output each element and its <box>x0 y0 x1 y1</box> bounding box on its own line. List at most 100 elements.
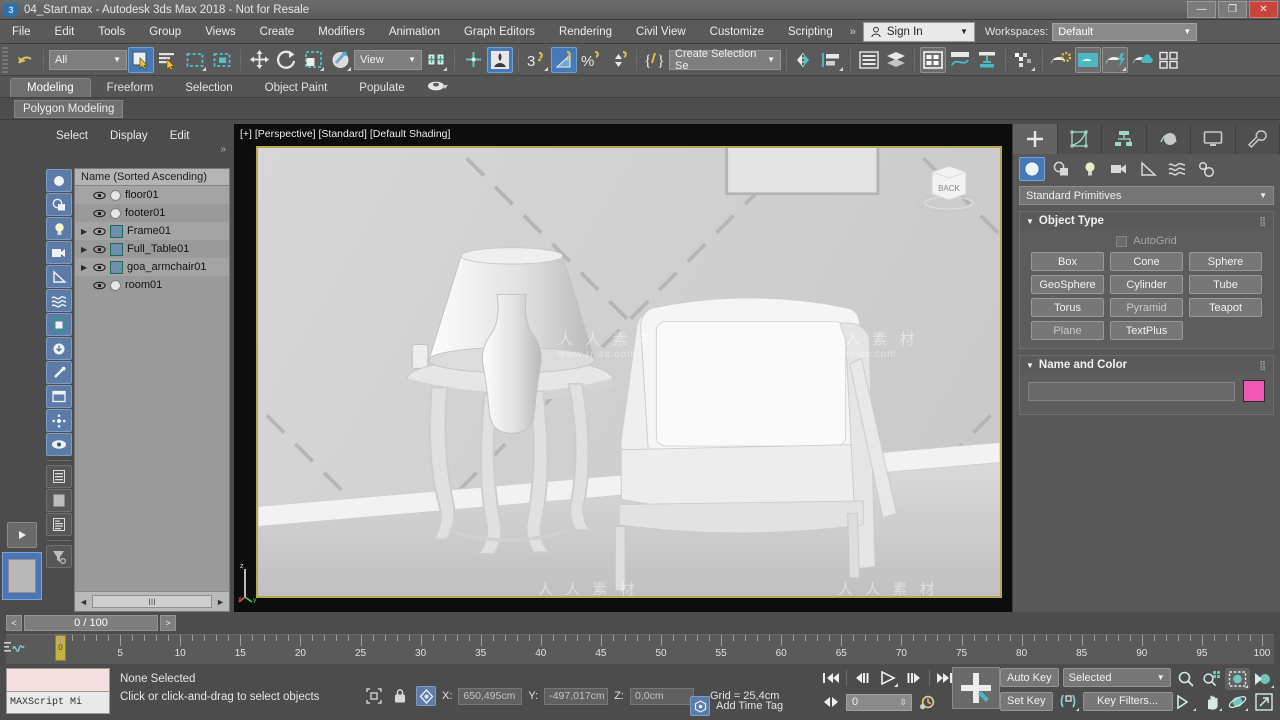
add-time-tag-row[interactable]: Add Time Tag <box>690 696 783 716</box>
torus-button[interactable]: Torus <box>1031 298 1104 317</box>
list-item[interactable]: room01 <box>75 276 229 294</box>
expand-arrow-icon[interactable]: ▶ <box>81 263 89 272</box>
xref-filter-icon[interactable] <box>46 337 72 360</box>
object-name-input[interactable] <box>1028 381 1235 401</box>
cylinder-button[interactable]: Cylinder <box>1110 275 1183 294</box>
percent-snap-toggle-icon[interactable]: % <box>578 47 604 73</box>
go-to-start-icon[interactable] <box>820 668 842 688</box>
ribbon-tab-selection[interactable]: Selection <box>169 79 248 97</box>
frame-number-input[interactable]: 0 ⇳ <box>846 693 912 711</box>
rollout-grip-icon[interactable]: ⣿ <box>1259 216 1267 227</box>
menu-scripting[interactable]: Scripting <box>776 23 845 41</box>
menu-file[interactable]: File <box>0 23 43 41</box>
list-item[interactable]: ▶ Frame01 <box>75 222 229 240</box>
visibility-eye-icon[interactable] <box>46 433 72 456</box>
eye-icon[interactable] <box>93 226 106 237</box>
list-item[interactable]: footer01 <box>75 204 229 222</box>
timeline-ruler[interactable]: 0 5 10 15 20 25 30 35 40 45 50 55 60 65 70 75 80 85 90 95 1… <box>4 634 1274 664</box>
curve-editor-icon[interactable] <box>947 47 973 73</box>
viewcube[interactable]: BACK <box>912 158 986 219</box>
auto-key-button[interactable]: Auto Key <box>1000 668 1059 687</box>
render-production-icon[interactable] <box>1102 46 1128 73</box>
menu-graph-editors[interactable]: Graph Editors <box>452 23 547 41</box>
eye-icon[interactable] <box>93 244 106 255</box>
autogrid-row[interactable]: AutoGrid <box>1028 235 1265 247</box>
container-filter-icon[interactable] <box>46 385 72 408</box>
track-bar-icon[interactable] <box>4 639 26 658</box>
list-item[interactable]: ▶ Full_Table01 <box>75 240 229 258</box>
menu-tools[interactable]: Tools <box>86 23 137 41</box>
motion-tab[interactable] <box>1147 124 1191 154</box>
window-crossing-toggle-icon[interactable] <box>209 47 235 73</box>
eye-icon[interactable] <box>93 208 106 219</box>
eye-icon[interactable] <box>93 280 106 291</box>
expand-arrow-icon[interactable]: ▶ <box>81 227 89 236</box>
pyramid-button[interactable]: Pyramid <box>1110 298 1183 317</box>
menu-customize[interactable]: Customize <box>698 23 776 41</box>
list-view-icon[interactable] <box>46 465 72 488</box>
close-button[interactable]: ✕ <box>1249 1 1278 18</box>
viewport-preview-swatch[interactable] <box>2 552 42 600</box>
next-frame-arrow[interactable]: > <box>160 615 176 631</box>
toolbar-grip[interactable] <box>2 46 8 73</box>
key-filter-select[interactable]: Selected ▼ <box>1062 668 1171 687</box>
zoom-region-icon[interactable] <box>1173 691 1198 713</box>
render-setup-icon[interactable] <box>1048 47 1074 73</box>
scene-explorer-overflow-icon[interactable]: » <box>44 144 234 155</box>
tube-button[interactable]: Tube <box>1189 275 1262 294</box>
viewport-label[interactable]: [+] [Perspective] [Standard] [Default Sh… <box>240 128 450 140</box>
light-filter-icon[interactable] <box>46 217 72 240</box>
display-tab[interactable] <box>1191 124 1236 154</box>
geosphere-button[interactable]: GeoSphere <box>1031 275 1104 294</box>
ribbon-subtab-polygon-modeling[interactable]: Polygon Modeling <box>14 99 124 118</box>
workspace-select[interactable]: Default ▼ <box>1052 22 1198 41</box>
menu-group[interactable]: Group <box>137 23 193 41</box>
hierarchy-tab[interactable] <box>1102 124 1147 154</box>
scene-explorer-window-icon[interactable] <box>920 46 946 73</box>
selection-lock-region-icon[interactable] <box>364 686 384 706</box>
blank-page-icon[interactable] <box>46 489 72 512</box>
list-item[interactable]: floor01 <box>75 186 229 204</box>
eye-icon[interactable] <box>93 190 106 201</box>
play-animation-icon[interactable] <box>877 668 899 688</box>
spacewarp-filter-icon[interactable] <box>46 289 72 312</box>
properties-icon[interactable] <box>46 513 72 536</box>
zoom-extents-icon[interactable] <box>1225 668 1250 690</box>
eye-icon[interactable] <box>93 262 106 273</box>
scene-explorer-column-header[interactable]: Name (Sorted Ascending) <box>75 169 229 186</box>
filter-funnel-icon[interactable] <box>46 545 72 568</box>
rollout-grip-icon[interactable]: ⣿ <box>1259 360 1267 371</box>
key-mode-nav-icon[interactable] <box>820 692 842 712</box>
selection-lock-toggle-icon[interactable] <box>390 686 410 706</box>
autogrid-checkbox[interactable] <box>1116 235 1128 247</box>
menu-animation[interactable]: Animation <box>377 23 452 41</box>
ribbon-tab-freeform[interactable]: Freeform <box>91 79 170 97</box>
toggle-scene-explorer-icon[interactable] <box>856 47 882 73</box>
schematic-view-icon[interactable] <box>974 47 1000 73</box>
select-by-name-icon[interactable] <box>155 47 181 73</box>
reference-coordinate-select[interactable]: View ▼ <box>354 49 422 70</box>
create-tab[interactable] <box>1013 124 1058 154</box>
zoom-icon[interactable] <box>1173 668 1198 690</box>
current-frame-display[interactable]: 0 / 100 <box>24 615 158 631</box>
bone-filter-icon[interactable] <box>46 361 72 384</box>
use-selection-center-icon[interactable] <box>460 47 486 73</box>
menu-create[interactable]: Create <box>248 23 307 41</box>
expand-arrow-icon[interactable]: ▶ <box>81 245 89 254</box>
select-and-scale-icon[interactable] <box>300 47 326 73</box>
select-and-move-icon[interactable] <box>246 47 272 73</box>
lights-icon[interactable] <box>1077 157 1103 181</box>
menu-modifiers[interactable]: Modifiers <box>306 23 377 41</box>
select-and-place-icon[interactable] <box>327 47 353 73</box>
menu-edit[interactable]: Edit <box>43 23 87 41</box>
maximize-viewport-toggle-icon[interactable] <box>1251 691 1276 713</box>
undo-icon[interactable] <box>12 47 38 73</box>
open-render-ui-icon[interactable] <box>1156 47 1182 73</box>
field-of-view-icon[interactable] <box>1251 668 1276 690</box>
rectangular-selection-region-icon[interactable] <box>182 47 208 73</box>
modify-tab[interactable] <box>1058 124 1102 154</box>
set-key-button[interactable]: Set Key <box>1000 691 1053 711</box>
list-item[interactable]: ▶ goa_armchair01 <box>75 258 229 276</box>
select-and-place-big-button[interactable] <box>952 667 1000 709</box>
perspective-viewport[interactable]: 人 人 素 材 www.rr-sc.com 人 人 素 材 www.rr-sc.… <box>256 146 1002 598</box>
